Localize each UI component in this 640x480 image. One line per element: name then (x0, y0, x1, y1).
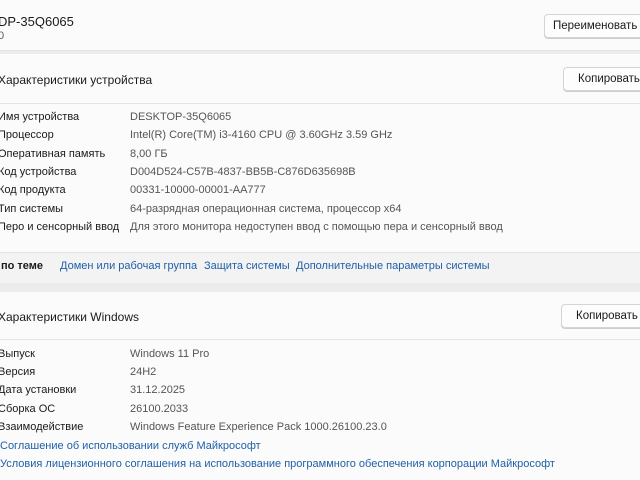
spec-value: 31.12.2025 (130, 384, 186, 396)
win-row-version: Версия 24H2 (0, 366, 640, 384)
spec-label: Код устройства (0, 166, 77, 178)
microsoft-services-agreement-link[interactable]: Соглашение об использовании служб Майкро… (0, 440, 261, 452)
divider (0, 339, 640, 340)
win-row-experience: Взаимодействие Windows Feature Experienc… (0, 421, 640, 439)
spec-value: 26100.2033 (130, 403, 189, 415)
spec-value: Intel(R) Core(TM) i3-4160 CPU @ 3.60GHz … (130, 129, 393, 141)
microsoft-license-terms-link[interactable]: Условия лицензионного соглашения на испо… (0, 458, 555, 470)
win-row-install-date: Дата установки 31.12.2025 (0, 384, 640, 402)
spec-row-device-name: Имя устройства DESKTOP-35Q6065 (0, 111, 640, 129)
spec-row-ram: Оперативная память 8,00 ГБ (0, 148, 640, 166)
spec-value: 24H2 (130, 366, 157, 378)
spec-value: Windows Feature Experience Pack 1000.261… (130, 421, 387, 433)
spec-label: Версия (0, 366, 36, 378)
copy-windows-specs-button[interactable]: Копировать (561, 304, 640, 328)
win-row-edition: Выпуск Windows 11 Pro (0, 348, 640, 366)
device-specs-title: Характеристики устройства (0, 73, 153, 87)
win-row-os-build: Сборка ОС 26100.2033 (0, 403, 640, 421)
spec-label: Взаимодействие (0, 421, 84, 433)
spec-label: Сборка ОС (0, 403, 56, 415)
spec-row-processor: Процессор Intel(R) Core(TM) i3-4160 CPU … (0, 129, 640, 147)
advanced-system-settings-link[interactable]: Дополнительные параметры системы (296, 260, 490, 272)
domain-workgroup-link[interactable]: Домен или рабочая группа (60, 260, 197, 272)
spec-label: Дата установки (0, 384, 77, 396)
divider (0, 103, 640, 104)
spec-value: D004D524-C57B-4837-BB5B-C876D635698B (130, 166, 356, 178)
spec-value: 8,00 ГБ (130, 148, 168, 160)
spec-value: DESKTOP-35Q6065 (130, 111, 232, 123)
spec-value: 64-разрядная операционная система, проце… (130, 203, 402, 215)
device-card: DP-35Q6065 0 Переименовать этот ПК (0, 0, 640, 51)
related-label: по теме (1, 260, 44, 272)
spec-row-system-type: Тип системы 64-разрядная операционная си… (0, 203, 640, 221)
spec-label: Тип системы (0, 203, 64, 215)
spec-label: Оперативная память (0, 148, 106, 160)
copy-device-specs-button[interactable]: Копировать (563, 67, 640, 91)
spec-row-pen-touch: Перо и сенсорный ввод Для этого монитора… (0, 221, 640, 239)
spec-value: Windows 11 Pro (130, 348, 210, 360)
spec-value: Для этого монитора недоступен ввод с пом… (130, 221, 503, 233)
spec-row-device-id: Код устройства D004D524-C57B-4837-BB5B-C… (0, 166, 640, 184)
spec-value: 00331-10000-00001-AA777 (130, 184, 266, 196)
system-protection-link[interactable]: Защита системы (204, 260, 290, 272)
device-model: 0 (0, 30, 5, 42)
windows-specs-title: Характеристики Windows (0, 310, 139, 324)
spec-row-product-id: Код продукта 00331-10000-00001-AA777 (0, 184, 640, 202)
spec-label: Выпуск (0, 348, 35, 360)
spec-label: Процессор (0, 129, 54, 141)
spec-label: Перо и сенсорный ввод (0, 221, 120, 233)
device-name: DP-35Q6065 (0, 14, 74, 29)
rename-pc-button[interactable]: Переименовать этот ПК (544, 14, 640, 38)
spec-label: Имя устройства (0, 111, 80, 123)
spec-label: Код продукта (0, 184, 66, 196)
